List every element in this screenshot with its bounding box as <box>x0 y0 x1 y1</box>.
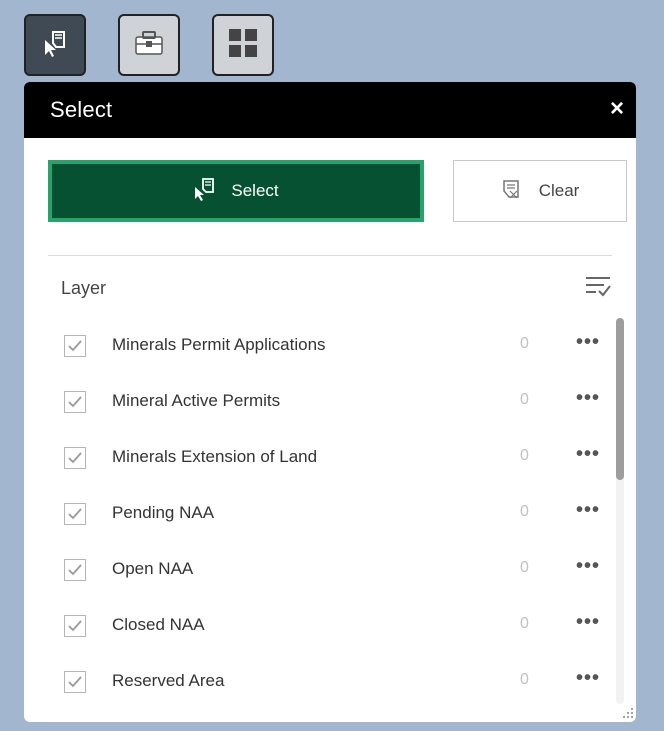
layer-checkbox[interactable] <box>64 671 86 693</box>
layer-name: Closed NAA <box>112 615 205 634</box>
more-options-icon[interactable]: ••• <box>576 443 600 466</box>
layer-header: Layer <box>24 256 636 318</box>
layer-row[interactable]: Minerals Permit Applications 0 ••• <box>24 318 624 374</box>
panel-title: Select <box>50 97 113 122</box>
layer-count: 0 <box>520 671 529 688</box>
layer-name: Reserved Area <box>112 671 225 690</box>
more-options-icon[interactable]: ••• <box>576 387 600 410</box>
select-cursor-icon <box>193 177 217 206</box>
layer-checkbox[interactable] <box>64 335 86 357</box>
toolbox-icon <box>132 28 166 63</box>
select-tool-button[interactable] <box>24 14 86 76</box>
layer-checkbox[interactable] <box>64 447 86 469</box>
clear-button[interactable]: Clear <box>453 160 627 222</box>
layer-row[interactable]: Pending NAA 0 ••• <box>24 486 624 542</box>
layer-checkbox[interactable] <box>64 503 86 525</box>
more-options-icon[interactable]: ••• <box>576 499 600 522</box>
layer-list: Minerals Permit Applications 0 ••• Miner… <box>24 318 636 722</box>
layer-count: 0 <box>520 335 529 352</box>
select-panel: Select × Select Clear Layer Minerals Per… <box>24 82 636 722</box>
close-button[interactable]: × <box>610 97 624 123</box>
layer-row[interactable]: Mineral Active Permits 0 ••• <box>24 374 624 430</box>
layer-row[interactable]: Open NAA 0 ••• <box>24 542 624 598</box>
more-options-icon[interactable]: ••• <box>576 667 600 690</box>
layer-count: 0 <box>520 559 529 576</box>
layer-count: 0 <box>520 615 529 632</box>
layer-row[interactable]: Reserved Area 0 ••• <box>24 654 624 710</box>
action-bar: Select Clear <box>24 138 636 256</box>
more-options-icon[interactable]: ••• <box>576 611 600 634</box>
layer-checkbox[interactable] <box>64 391 86 413</box>
layer-name: Pending NAA <box>112 503 215 522</box>
layer-checkbox[interactable] <box>64 615 86 637</box>
layer-count: 0 <box>520 447 529 464</box>
more-options-icon[interactable]: ••• <box>576 555 600 578</box>
filter-sort-icon[interactable] <box>584 274 612 305</box>
layer-row[interactable]: Closed NAA 0 ••• <box>24 598 624 654</box>
grid-icon <box>227 27 259 64</box>
select-cursor-icon <box>40 28 70 63</box>
layer-count: 0 <box>520 391 529 408</box>
layer-checkbox[interactable] <box>64 559 86 581</box>
toolbar <box>24 14 274 76</box>
select-button-label: Select <box>231 181 279 200</box>
clear-selection-icon <box>501 177 527 206</box>
layer-name: Mineral Active Permits <box>112 391 281 410</box>
layer-count: 0 <box>520 503 529 520</box>
layer-name: Minerals Permit Applications <box>112 335 326 354</box>
clear-button-label: Clear <box>538 181 580 200</box>
scrollbar-thumb[interactable] <box>616 318 624 480</box>
layer-name: Minerals Extension of Land <box>112 447 318 466</box>
resize-handle-icon[interactable] <box>622 706 634 722</box>
panel-header: Select × <box>24 82 636 138</box>
layer-row[interactable]: Minerals Extension of Land 0 ••• <box>24 430 624 486</box>
layer-header-label: Layer <box>61 278 107 298</box>
more-options-icon[interactable]: ••• <box>576 331 600 354</box>
layer-name: Open NAA <box>112 559 194 578</box>
widget-grid-button[interactable] <box>212 14 274 76</box>
select-button[interactable]: Select <box>48 160 424 222</box>
toolbox-button[interactable] <box>118 14 180 76</box>
